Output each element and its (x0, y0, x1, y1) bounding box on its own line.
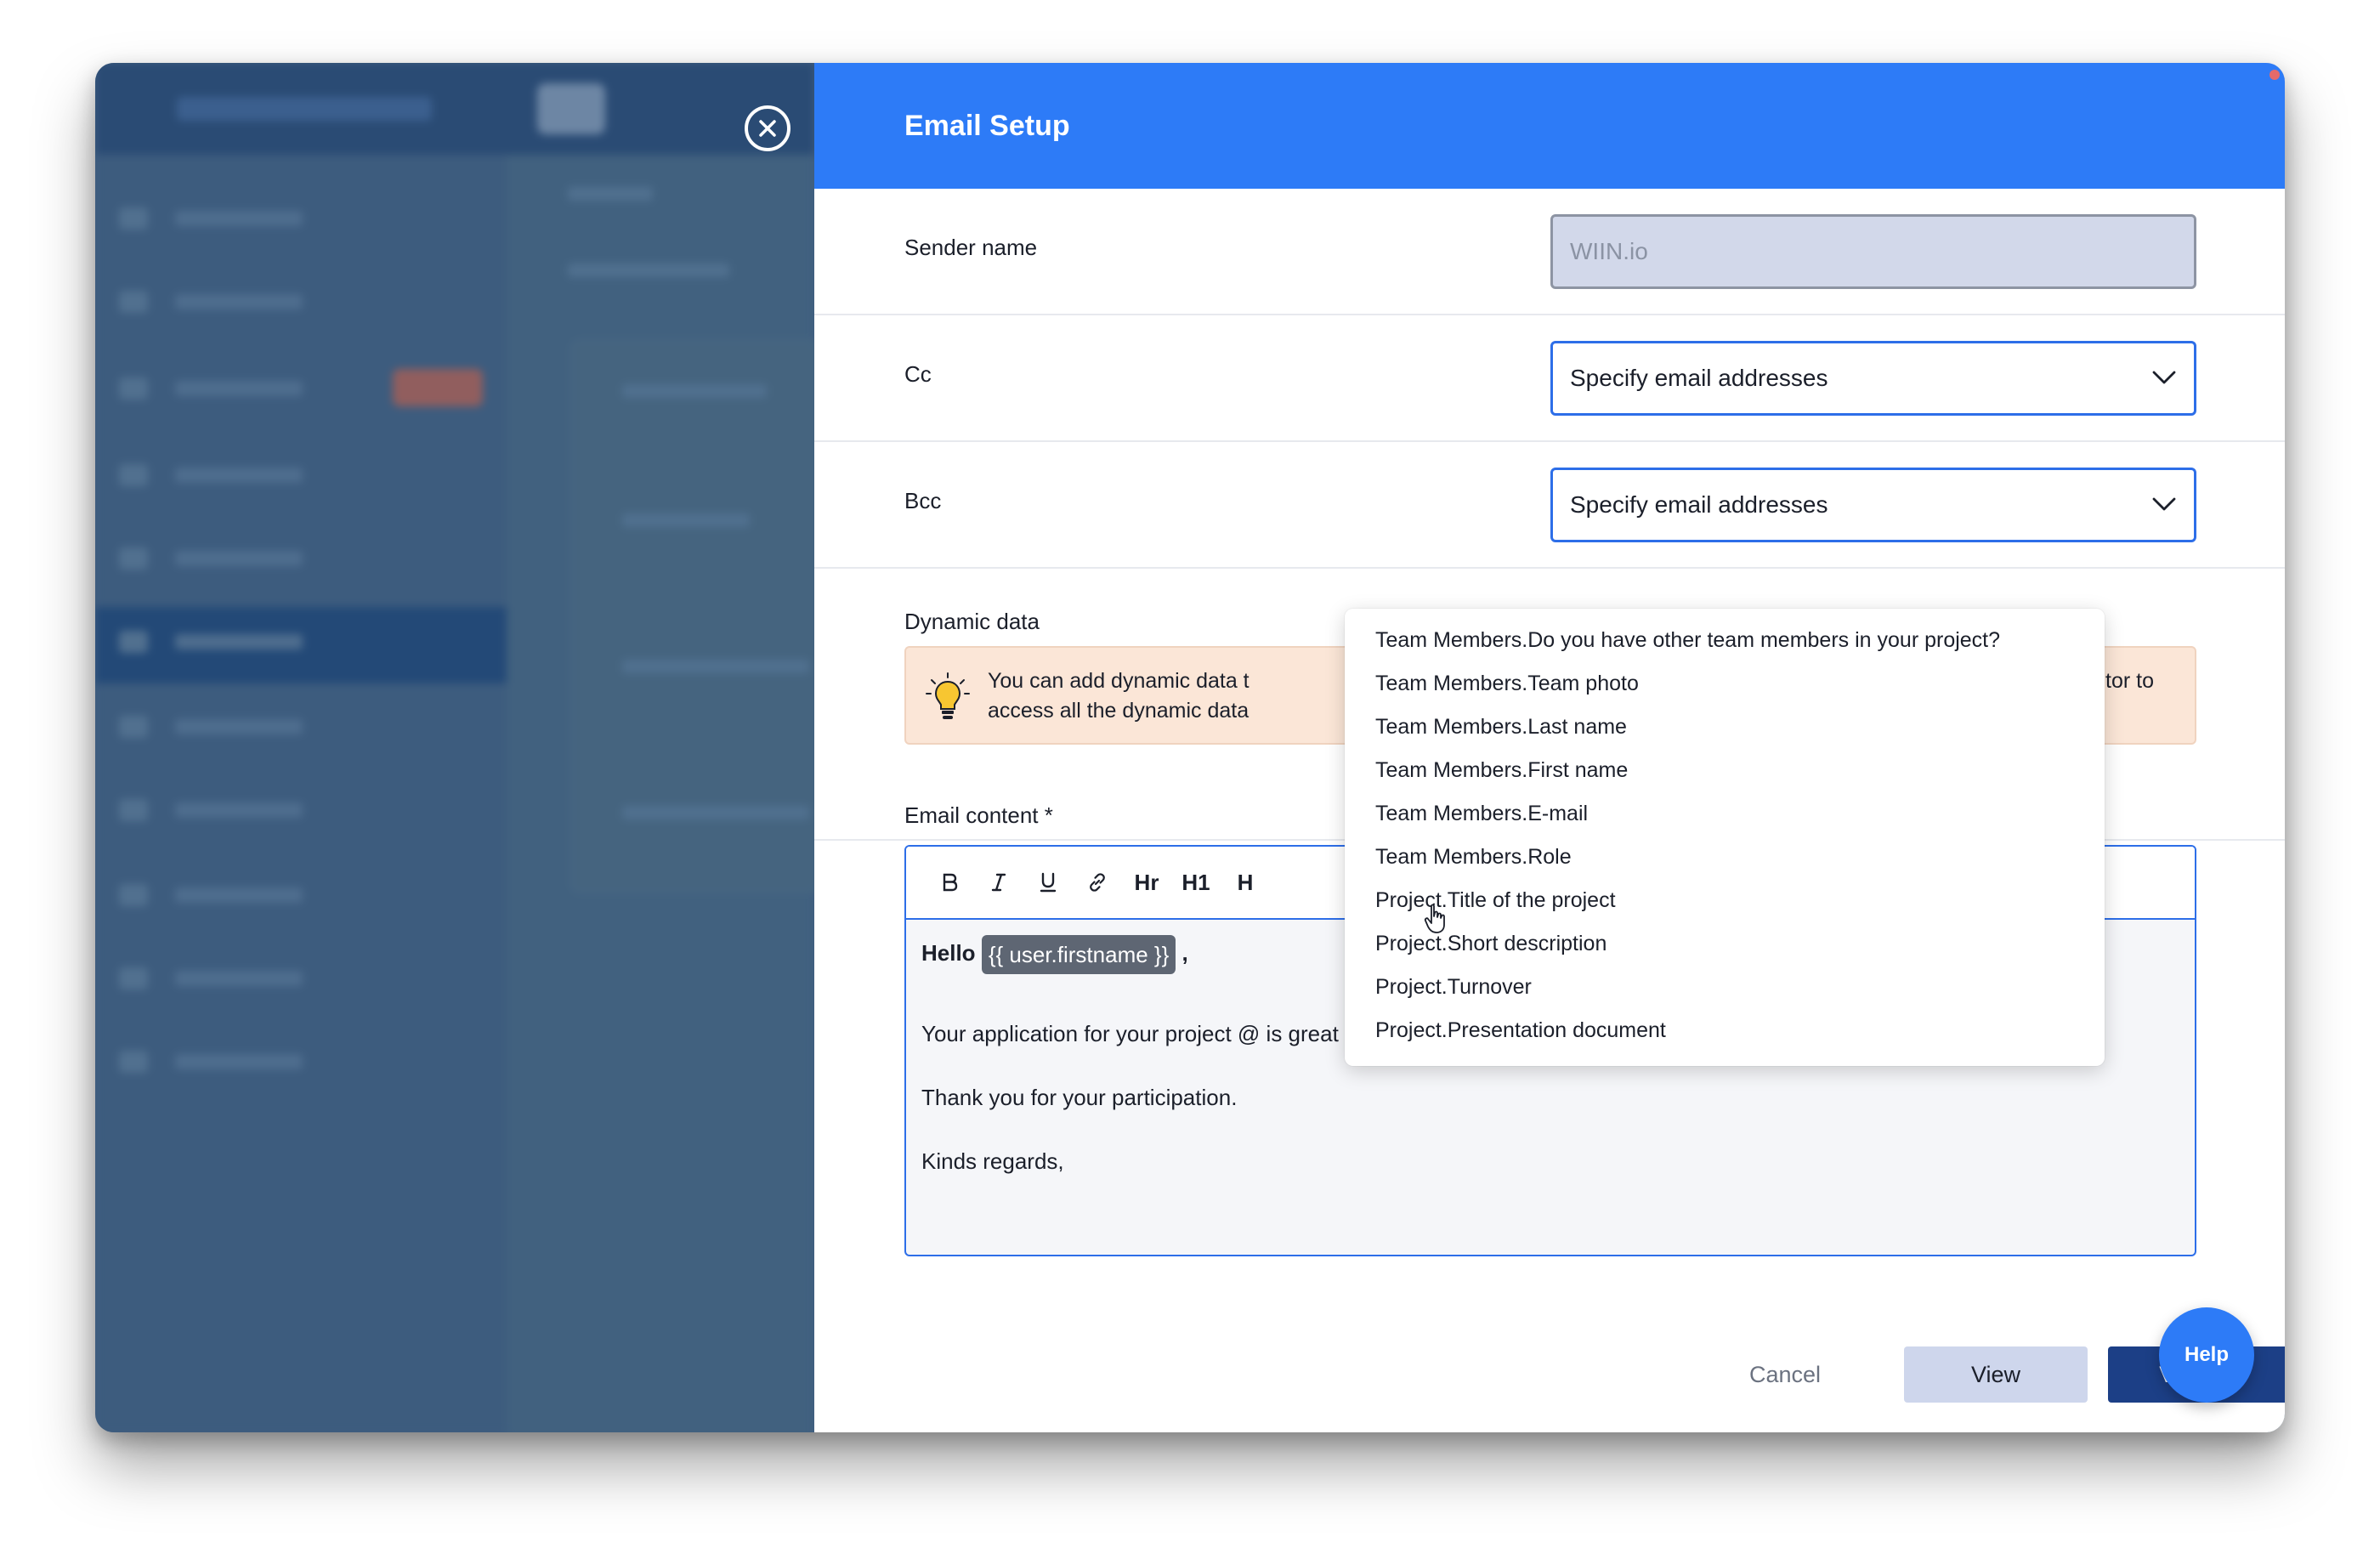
dropdown-item[interactable]: Project.Short description (1345, 922, 2105, 966)
background-nav-item (116, 797, 490, 823)
greeting-suffix: , (1182, 939, 1188, 966)
background-sidebar (95, 63, 507, 1432)
dynamic-tag[interactable]: {{ user.firstname }} (981, 935, 1176, 974)
background-nav-item (116, 714, 490, 740)
background-tab (568, 264, 729, 277)
cc-select-value: Specify email addresses (1570, 365, 1828, 391)
background-avatar (537, 83, 605, 134)
dynamic-data-dropdown[interactable]: Team Members.Do you have other team memb… (1345, 609, 2105, 1066)
sender-name-value: WIIN.io (1570, 238, 1648, 264)
chevron-down-icon (2152, 497, 2176, 511)
background-nav-item (116, 546, 490, 571)
background-app-blurred (95, 63, 826, 1432)
dropdown-item[interactable]: Project.Presentation document (1345, 1009, 2105, 1052)
dropdown-item[interactable]: Team Members.First name (1345, 749, 2105, 792)
cc-row: Cc Specify email addresses (814, 315, 2285, 442)
background-line (622, 660, 809, 673)
cc-label: Cc (904, 361, 932, 387)
dropdown-item[interactable]: Team Members.Do you have other team memb… (1345, 619, 2105, 662)
cc-select[interactable]: Specify email addresses (1550, 341, 2196, 416)
dropdown-item[interactable]: Team Members.Last name (1345, 706, 2105, 749)
italic-button[interactable] (974, 864, 1023, 901)
link-icon (1090, 873, 1105, 892)
background-nav-item (116, 966, 490, 991)
chevron-down-icon (2152, 371, 2176, 384)
background-nav-item (116, 629, 490, 655)
background-line (622, 513, 750, 527)
app-window: Email Setup Sender name WIIN.io Cc Speci… (95, 63, 2285, 1432)
dropdown-item[interactable]: Team Members.Team photo (1345, 662, 2105, 706)
background-line (622, 806, 809, 819)
bcc-select[interactable]: Specify email addresses (1550, 468, 2196, 542)
email-content-label: Email content * (904, 802, 1053, 828)
dropdown-item[interactable]: Project.Turnover (1345, 966, 2105, 1009)
italic-icon (991, 873, 1006, 892)
background-nav-item (116, 882, 490, 908)
background-heading (568, 187, 653, 201)
background-logo (177, 97, 432, 121)
dropdown-item[interactable]: Project.Title of the project (1345, 879, 2105, 922)
background-nav-item (116, 462, 490, 488)
dropdown-item[interactable]: Team Members.Role (1345, 836, 2105, 879)
underline-button[interactable] (1023, 864, 1073, 901)
bcc-row: Bcc Specify email addresses (814, 442, 2285, 569)
cancel-button[interactable]: Cancel (1717, 1346, 1853, 1403)
underline-icon (1040, 872, 1057, 893)
close-modal-button[interactable] (745, 105, 790, 151)
lightbulb-icon (926, 672, 970, 719)
bcc-label: Bcc (904, 488, 942, 513)
link-button[interactable] (1073, 864, 1122, 901)
background-line (622, 384, 767, 398)
body-line-3: Kinds regards, (921, 1148, 1064, 1174)
sender-name-row: Sender name WIIN.io (814, 189, 2285, 315)
background-nav-item (116, 1049, 490, 1074)
h2-button[interactable]: H (1221, 864, 1270, 901)
sender-name-label: Sender name (904, 235, 1038, 260)
hr-button[interactable]: Hr (1122, 864, 1171, 901)
sender-name-field: WIIN.io (1550, 214, 2196, 289)
dynamic-data-label: Dynamic data (904, 609, 1040, 634)
panel-title: Email Setup (904, 109, 1070, 142)
h1-button[interactable]: H1 (1171, 864, 1221, 901)
background-nav-item (116, 289, 490, 315)
background-topbar (95, 63, 814, 155)
body-line-2: Thank you for your participation. (921, 1085, 1238, 1110)
background-badge (393, 369, 483, 406)
background-nav-item (116, 206, 490, 231)
help-button[interactable]: Help (2159, 1307, 2254, 1403)
bcc-select-value: Specify email addresses (1570, 491, 1828, 518)
corner-indicator (2270, 70, 2280, 80)
dropdown-item[interactable]: Team Members.E-mail (1345, 792, 2105, 836)
hand-pointer-icon (1424, 904, 1445, 933)
panel-header: Email Setup (814, 63, 2285, 189)
bold-button[interactable] (925, 864, 974, 901)
greeting-text: Hello (921, 939, 976, 966)
close-icon (759, 120, 776, 137)
bold-icon (943, 873, 958, 892)
view-button[interactable]: View (1904, 1346, 2088, 1403)
